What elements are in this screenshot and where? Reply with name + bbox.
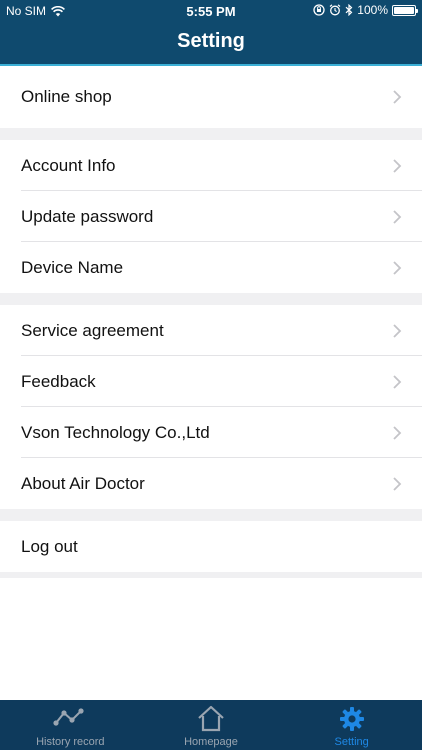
tab-bar: History record Homepage Setting [0,700,422,750]
group-account: Account Info Update password Device Name [0,140,422,293]
settings-item-device-name[interactable]: Device Name [0,242,422,293]
settings-item-update-password[interactable]: Update password [0,191,422,242]
chevron-right-icon [393,426,402,440]
settings-item-service-agreement[interactable]: Service agreement [0,305,422,356]
tab-label: Homepage [184,736,238,748]
settings-item-label: Device Name [21,257,124,277]
chevron-right-icon [393,210,402,224]
group-separator [0,572,422,578]
battery-percent: 100% [357,3,388,17]
chevron-right-icon [393,261,402,275]
chevron-right-icon [393,90,402,104]
settings-item-feedback[interactable]: Feedback [0,356,422,407]
tab-setting[interactable]: Setting [281,700,422,750]
settings-item-account-info[interactable]: Account Info [0,140,422,191]
settings-item-company[interactable]: Vson Technology Co.,Ltd [0,407,422,458]
group-shop: Online shop [0,66,422,128]
settings-item-label: Vson Technology Co.,Ltd [21,422,210,442]
settings-item-label: Feedback [21,371,96,391]
logout-label: Log out [21,536,78,556]
group-about: Service agreement Feedback Vson Technolo… [0,305,422,509]
chevron-right-icon [393,159,402,173]
page-title: Setting [177,30,245,52]
tab-homepage[interactable]: Homepage [141,700,282,750]
settings-list: Online shop Account Info Update password… [0,66,422,578]
group-separator [0,509,422,521]
gear-icon [339,707,364,731]
chevron-right-icon [393,375,402,389]
group-separator [0,128,422,140]
tab-history-record[interactable]: History record [0,700,141,750]
tab-label: History record [36,736,105,748]
settings-item-label: About Air Doctor [21,473,145,493]
home-icon [198,705,224,732]
settings-item-online-shop[interactable]: Online shop [0,66,422,128]
status-bar: No SIM 5:55 PM 100% [0,0,422,22]
alarm-icon [329,4,341,16]
settings-item-label: Account Info [21,155,116,175]
settings-item-label: Update password [21,206,154,226]
bluetooth-icon [345,4,353,16]
settings-item-label: Service agreement [21,320,164,340]
group-separator [0,293,422,305]
status-right: 100% [313,3,418,17]
lock-rotation-icon [313,4,325,16]
tab-label: Setting [334,736,369,748]
header: No SIM 5:55 PM 100% Setting [0,0,422,66]
chevron-right-icon [393,477,402,491]
line-chart-icon [53,708,84,726]
chevron-right-icon [393,324,402,338]
settings-item-label: Online shop [21,87,112,106]
battery-icon [392,4,418,16]
group-logout: Log out [0,521,422,572]
settings-item-about-air-doctor[interactable]: About Air Doctor [0,458,422,509]
logout-button[interactable]: Log out [0,521,422,572]
